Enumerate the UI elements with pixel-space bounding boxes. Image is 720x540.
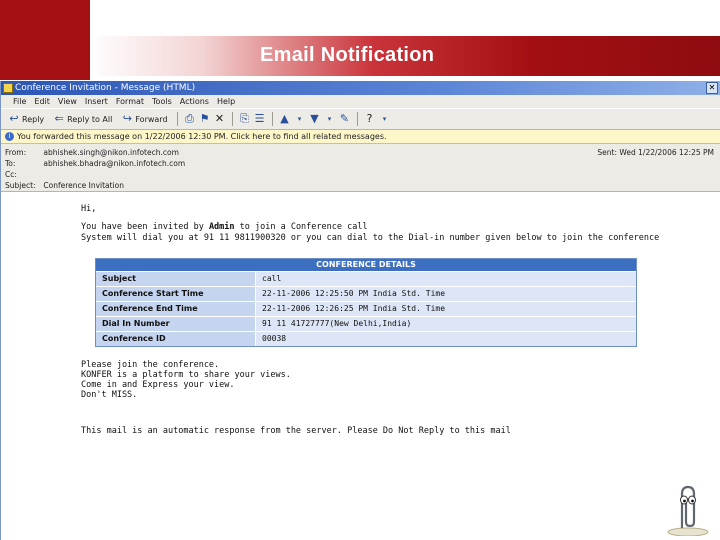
move-icon[interactable]: ⎘ <box>239 113 251 125</box>
forward-label: Forward <box>135 114 168 124</box>
toolbar-separator <box>271 112 273 126</box>
auto-response-note: This mail is an automatic response from … <box>81 426 511 436</box>
forward-button[interactable]: ↪ Forward <box>118 111 170 127</box>
toolbar: ↩ Reply ⇐ Reply to All ↪ Forward ⎙ ⚑ ✕ ⎘… <box>1 108 720 130</box>
table-row: Subject call <box>96 271 636 286</box>
rules-icon[interactable]: ☰ <box>254 113 266 125</box>
row-value: 91 11 41727777(New Delhi,India) <box>256 317 636 331</box>
closing-line: KONFER is a platform to share your views… <box>81 370 291 380</box>
menu-actions[interactable]: Actions <box>180 95 209 108</box>
row-value: 00038 <box>256 332 636 346</box>
menu-file[interactable]: File <box>13 95 26 108</box>
from-value[interactable]: abhishek.singh@nikon.infotech.com <box>43 148 179 157</box>
reply-label: Reply <box>22 114 45 124</box>
office-assistant-icon[interactable] <box>666 484 710 536</box>
table-row: Conference ID 00038 <box>96 331 636 346</box>
to-label: To: <box>5 159 16 168</box>
greeting: Hi, <box>81 204 97 214</box>
conference-details-heading: CONFERENCE DETAILS <box>96 259 636 271</box>
reply-all-icon: ⇐ <box>54 112 64 125</box>
subject-value: Conference Invitation <box>43 181 125 190</box>
info-bar-text: You forwarded this message on 1/22/2006 … <box>17 132 387 141</box>
row-label: Dial In Number <box>96 317 256 331</box>
message-headers: From: abhishek.singh@nikon.infotech.com … <box>1 144 720 192</box>
print-icon[interactable]: ⎙ <box>184 113 196 125</box>
previous-item-icon[interactable]: ▲ <box>279 113 291 125</box>
invite-text-start: You have been invited by <box>81 222 209 232</box>
menu-format[interactable]: Format <box>116 95 144 108</box>
menu-help[interactable]: Help <box>217 95 235 108</box>
conference-details-table: CONFERENCE DETAILS Subject call Conferen… <box>95 258 637 347</box>
row-value: 22-11-2006 12:26:25 PM India Std. Time <box>256 302 636 316</box>
from-row: From: abhishek.singh@nikon.infotech.com <box>5 147 179 158</box>
row-label: Conference End Time <box>96 302 256 316</box>
cc-label: Cc: <box>5 170 17 179</box>
dial-line: System will dial you at 91 11 9811900320… <box>81 233 660 243</box>
closing-line: Come in and Express your view. <box>81 380 235 390</box>
reply-all-label: Reply to All <box>67 114 113 124</box>
menu-view[interactable]: View <box>58 95 77 108</box>
info-icon: i <box>5 132 14 141</box>
row-value: 22-11-2006 12:25:50 PM India Std. Time <box>256 287 636 301</box>
delete-icon[interactable]: ✕ <box>214 113 226 125</box>
window-title: Conference Invitation - Message (HTML) <box>15 83 196 93</box>
sent-label: Sent: <box>597 148 618 157</box>
toolbar-separator <box>231 112 233 126</box>
message-window: Conference Invitation - Message (HTML) ✕… <box>0 81 720 540</box>
menu-bar: File Edit View Insert Format Tools Actio… <box>1 95 720 108</box>
dropdown-arrow-icon[interactable]: ▾ <box>324 113 336 125</box>
table-row: Dial In Number 91 11 41727777(New Delhi,… <box>96 316 636 331</box>
from-label: From: <box>5 148 27 157</box>
next-item-icon[interactable]: ▼ <box>309 113 321 125</box>
dropdown-arrow-icon[interactable]: ▾ <box>294 113 306 125</box>
row-value: call <box>256 272 636 286</box>
toolbar-separator <box>176 112 178 126</box>
cc-row: Cc: <box>5 169 41 180</box>
slide-title: Email Notification <box>260 44 435 66</box>
invite-admin: Admin <box>208 222 235 232</box>
row-label: Subject <box>96 272 256 286</box>
to-value[interactable]: abhishek.bhadra@nikon.infotech.com <box>43 159 185 168</box>
menu-edit[interactable]: Edit <box>34 95 50 108</box>
menu-tools[interactable]: Tools <box>152 95 172 108</box>
subject-row: Subject: Conference Invitation <box>5 180 124 191</box>
address-book-icon[interactable]: ✎ <box>339 113 351 125</box>
sent-value: Wed 1/22/2006 12:25 PM <box>619 148 714 157</box>
reply-button[interactable]: ↩ Reply <box>5 111 47 127</box>
flag-icon[interactable]: ⚑ <box>199 113 211 125</box>
reply-icon: ↩ <box>9 112 19 125</box>
toolbar-separator <box>356 112 358 126</box>
subject-label: Subject: <box>5 181 36 190</box>
toolbar-options-icon[interactable]: ▾ <box>379 113 391 125</box>
reply-all-button[interactable]: ⇐ Reply to All <box>50 111 115 127</box>
row-label: Conference Start Time <box>96 287 256 301</box>
slide-accent-block <box>0 0 90 80</box>
envelope-icon <box>3 83 13 93</box>
menu-insert[interactable]: Insert <box>85 95 108 108</box>
forward-icon: ↪ <box>122 112 132 125</box>
table-row: Conference Start Time 22-11-2006 12:25:5… <box>96 286 636 301</box>
sent-row: Sent: Wed 1/22/2006 12:25 PM <box>597 147 714 158</box>
row-label: Conference ID <box>96 332 256 346</box>
message-body: Hi, You have been invited by Admin to jo… <box>1 192 720 532</box>
invite-line: You have been invited by Admin to join a… <box>81 222 368 232</box>
invite-text-end: to join a Conference call <box>234 222 368 232</box>
closing-line: Please join the conference. <box>81 360 220 370</box>
help-icon[interactable]: ? <box>364 113 376 125</box>
closing-line: Don't MISS. <box>81 390 138 400</box>
window-titlebar: Conference Invitation - Message (HTML) ✕ <box>1 81 720 95</box>
table-row: Conference End Time 22-11-2006 12:26:25 … <box>96 301 636 316</box>
to-row: To: abhishek.bhadra@nikon.infotech.com <box>5 158 185 169</box>
close-button[interactable]: ✕ <box>706 82 718 94</box>
info-bar[interactable]: i You forwarded this message on 1/22/200… <box>1 130 720 144</box>
